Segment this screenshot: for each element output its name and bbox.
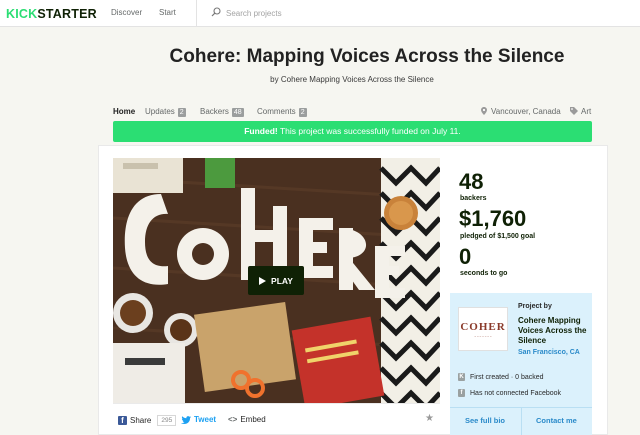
project-title: Cohere: Mapping Voices Across the Silenc… — [169, 46, 565, 67]
search-icon[interactable] — [211, 7, 221, 17]
creator-avatar[interactable]: COHER ~ ~ ~ ~ ~ ~ ~ — [458, 307, 508, 351]
creator-actions: See full bio Contact me — [450, 407, 592, 435]
embed-button[interactable]: <> Embed — [228, 415, 266, 424]
star-icon[interactable]: ★ — [425, 413, 434, 424]
play-label: PLAY — [271, 275, 293, 286]
category-link[interactable]: Art — [570, 107, 591, 116]
tab-updates-label: Updates — [145, 107, 175, 116]
embed-icon: <> — [228, 415, 238, 424]
category-label: Art — [581, 107, 592, 116]
funded-text: This project was successfully funded on … — [277, 126, 461, 136]
play-button[interactable]: PLAY — [248, 266, 304, 295]
backers-label: backers — [460, 195, 487, 202]
logo-part-kick: KICK — [6, 7, 38, 21]
creator-history-text: First created · 0 backed — [470, 373, 544, 381]
facebook-share-button[interactable]: f Share 295 — [118, 415, 177, 426]
kickstarter-logo[interactable]: KICKSTARTER — [6, 7, 97, 21]
see-full-bio-button[interactable]: See full bio — [465, 416, 505, 425]
tab-comments[interactable]: Comments 2 — [257, 107, 307, 117]
location-pin-icon — [481, 107, 487, 115]
share-row: f Share 295 Tweet <> Embed — [113, 403, 440, 435]
location-link[interactable]: Vancouver, Canada — [481, 107, 561, 116]
creator-facebook-status: f Has not connected Facebook — [458, 389, 561, 397]
backers-count: 48 — [459, 169, 484, 194]
twitter-icon — [181, 415, 191, 424]
funded-strong: Funded! — [244, 126, 278, 136]
tweet-button[interactable]: Tweet — [181, 415, 216, 424]
facebook-status-icon: f — [458, 389, 465, 397]
play-icon — [259, 276, 267, 285]
tab-updates-count: 2 — [177, 108, 186, 117]
tab-backers[interactable]: Backers 48 — [200, 107, 244, 117]
creator-history: K First created · 0 backed — [458, 373, 544, 381]
contact-me-button[interactable]: Contact me — [536, 416, 577, 425]
funded-banner: Funded! This project was successfully fu… — [113, 121, 592, 142]
nav-start[interactable]: Start — [159, 8, 176, 17]
pledged-amount: $1,760 — [459, 206, 527, 231]
tab-backers-label: Backers — [200, 107, 229, 116]
top-nav: KICKSTARTER Discover Start — [0, 0, 640, 27]
time-remaining-label: seconds to go — [460, 270, 508, 277]
embed-label: Embed — [240, 415, 266, 424]
creator-box: COHER ~ ~ ~ ~ ~ ~ ~ Project by Cohere Ma… — [450, 293, 592, 435]
creator-location[interactable]: San Francisco, CA — [518, 349, 580, 356]
facebook-icon: f — [118, 416, 127, 425]
tab-home[interactable]: Home — [113, 107, 135, 116]
facebook-share-count: 295 — [157, 415, 177, 426]
logo-part-starter: STARTER — [37, 7, 97, 21]
pledged-label: pledged of $1,500 goal — [460, 233, 536, 240]
project-byline[interactable]: by Cohere Mapping Voices Across the Sile… — [0, 75, 640, 84]
nav-discover[interactable]: Discover — [111, 8, 142, 17]
tab-backers-count: 48 — [231, 108, 244, 117]
tab-updates[interactable]: Updates 2 — [145, 107, 186, 117]
creator-name[interactable]: Cohere Mapping Voices Across the Silence — [518, 316, 590, 346]
facebook-share-label: Share — [130, 416, 152, 425]
nav-divider — [196, 0, 197, 27]
tag-icon — [570, 107, 578, 115]
location-label: Vancouver, Canada — [491, 107, 561, 116]
creator-facebook-text: Has not connected Facebook — [470, 389, 562, 397]
creator-actions-divider — [521, 408, 522, 435]
project-by-label: Project by — [518, 303, 552, 310]
tab-home-label: Home — [113, 107, 136, 116]
search-input[interactable] — [226, 6, 426, 20]
time-remaining: 0 — [459, 244, 472, 269]
tab-comments-label: Comments — [257, 107, 296, 116]
kickstarter-k-icon: K — [458, 373, 465, 381]
tweet-label: Tweet — [194, 415, 217, 424]
creator-avatar-text: COHER — [460, 320, 506, 333]
tab-comments-count: 2 — [298, 108, 307, 117]
creator-avatar-subtext: ~ ~ ~ ~ ~ ~ ~ — [474, 333, 492, 338]
